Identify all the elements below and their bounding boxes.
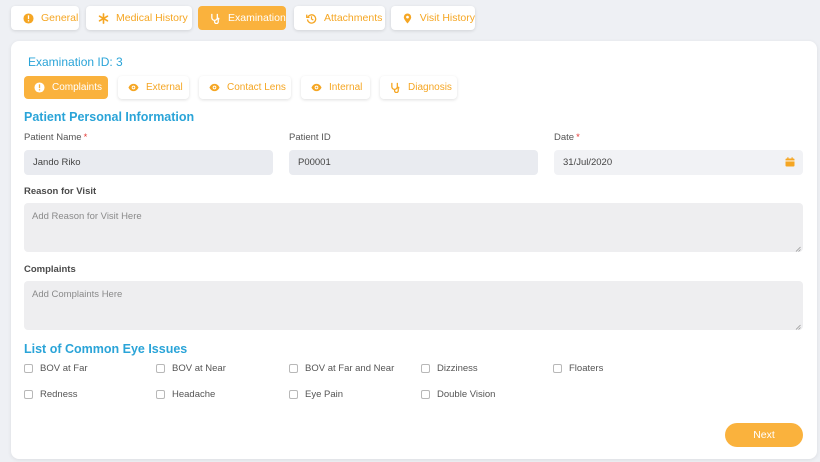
tab-examination[interactable]: Examination <box>198 6 286 30</box>
checkbox-box[interactable] <box>553 364 562 373</box>
resize-grip-icon[interactable] <box>795 322 801 330</box>
subtab-label: Diagnosis <box>408 82 452 93</box>
patient-id-field[interactable]: P00001 <box>289 150 538 175</box>
eye-icon <box>309 81 323 95</box>
checkbox-box[interactable] <box>24 364 33 373</box>
tab-label: Examination <box>228 12 286 24</box>
examination-id: Examination ID: 3 <box>28 55 123 69</box>
examination-card: Examination ID: 3 Complaints External Co… <box>11 41 817 459</box>
eye-icon <box>207 81 221 95</box>
section-title-personal: Patient Personal Information <box>24 110 195 124</box>
tab-label: Medical History <box>116 12 188 24</box>
subtab-complaints[interactable]: Complaints <box>24 76 108 99</box>
date-label: Date * <box>554 132 580 143</box>
patient-id-value: P00001 <box>298 157 331 168</box>
checkbox-headache[interactable]: Headache <box>156 389 215 400</box>
subtab-contact-lens[interactable]: Contact Lens <box>199 76 291 99</box>
info-circle-icon <box>21 11 35 25</box>
checkbox-box[interactable] <box>24 390 33 399</box>
checkbox-bov-far-near[interactable]: BOV at Far and Near <box>289 363 394 374</box>
asterisk-icon <box>96 11 110 25</box>
calendar-icon[interactable] <box>785 157 795 167</box>
tab-medical-history[interactable]: Medical History <box>86 6 192 30</box>
checkbox-box[interactable] <box>289 364 298 373</box>
patient-name-value: Jando Riko <box>33 157 81 168</box>
subtab-label: Contact Lens <box>227 82 286 93</box>
tab-label: Attachments <box>324 12 383 24</box>
checkbox-double-vision[interactable]: Double Vision <box>421 389 495 400</box>
checkbox-eye-pain[interactable]: Eye Pain <box>289 389 343 400</box>
complaints-placeholder: Add Complaints Here <box>32 289 123 300</box>
subtab-external[interactable]: External <box>118 76 189 99</box>
date-field[interactable]: 31/Jul/2020 <box>554 150 803 175</box>
date-value: 31/Jul/2020 <box>563 157 613 168</box>
patient-id-label: Patient ID <box>289 132 331 143</box>
tab-attachments[interactable]: Attachments <box>294 6 385 30</box>
required-mark: * <box>83 132 88 143</box>
section-title-eye-issues: List of Common Eye Issues <box>24 342 188 356</box>
tab-visit-history[interactable]: Visit History <box>391 6 475 30</box>
subtab-label: Internal <box>329 82 363 93</box>
tab-general[interactable]: General <box>11 6 79 30</box>
stethoscope-icon <box>208 11 222 25</box>
tab-label: Visit History <box>419 12 475 24</box>
subtab-diagnosis[interactable]: Diagnosis <box>380 76 457 99</box>
info-circle-icon <box>32 81 46 95</box>
checkbox-floaters[interactable]: Floaters <box>553 363 603 374</box>
eye-icon <box>126 81 140 95</box>
checkbox-box[interactable] <box>156 364 165 373</box>
checkbox-box[interactable] <box>156 390 165 399</box>
patient-name-label: Patient Name * <box>24 132 88 143</box>
complaints-textarea[interactable]: Add Complaints Here <box>24 281 803 330</box>
next-button[interactable]: Next <box>725 423 803 447</box>
checkbox-bov-near[interactable]: BOV at Near <box>156 363 226 374</box>
resize-grip-icon[interactable] <box>795 244 801 252</box>
reason-textarea[interactable]: Add Reason for Visit Here <box>24 203 803 252</box>
reason-placeholder: Add Reason for Visit Here <box>32 211 142 222</box>
stethoscope-icon <box>388 81 402 95</box>
checkbox-box[interactable] <box>421 364 430 373</box>
complaints-label: Complaints <box>24 264 76 275</box>
checkbox-dizziness[interactable]: Dizziness <box>421 363 478 374</box>
history-icon <box>304 11 318 25</box>
checkbox-bov-far[interactable]: BOV at Far <box>24 363 88 374</box>
patient-name-field[interactable]: Jando Riko <box>24 150 273 175</box>
subtab-label: External <box>146 82 183 93</box>
tab-label: General <box>41 12 79 24</box>
checkbox-box[interactable] <box>289 390 298 399</box>
required-mark: * <box>576 132 580 143</box>
checkbox-redness[interactable]: Redness <box>24 389 78 400</box>
reason-label: Reason for Visit <box>24 186 97 197</box>
map-pin-icon <box>401 11 414 25</box>
checkbox-box[interactable] <box>421 390 430 399</box>
subtab-internal[interactable]: Internal <box>301 76 370 99</box>
subtab-label: Complaints <box>52 82 103 93</box>
